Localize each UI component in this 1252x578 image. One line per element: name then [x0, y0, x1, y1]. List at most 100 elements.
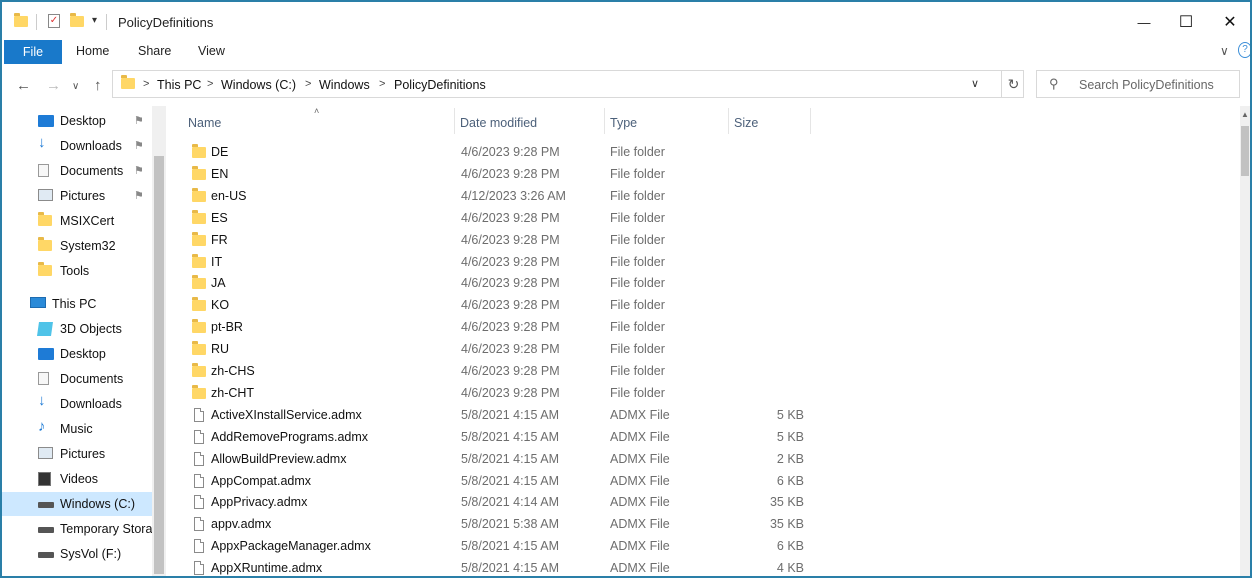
pictures-icon [38, 189, 54, 203]
refresh-button[interactable]: ↻ [1001, 71, 1025, 97]
file-type: File folder [610, 276, 665, 291]
file-row[interactable]: AppPrivacy.admx 5/8/2021 4:14 AM ADMX File… [186, 491, 806, 513]
column-header-size[interactable]: Size [734, 116, 758, 130]
file-type: File folder [610, 342, 665, 357]
address-dropdown-icon[interactable]: ∨ [971, 77, 979, 90]
breadcrumb-separator[interactable]: > [305, 78, 311, 90]
nav-item-label: Desktop [60, 114, 106, 128]
scrollbar-thumb[interactable] [154, 156, 164, 574]
nav-item-music[interactable]: ♪ Music [2, 417, 152, 441]
maximize-button[interactable]: ☐ [1166, 8, 1206, 36]
nav-item-videos[interactable]: Videos [2, 467, 152, 491]
file-name: ES [211, 210, 228, 225]
nav-item-tools[interactable]: Tools [2, 259, 152, 283]
file-date-modified: 5/8/2021 5:38 AM [461, 517, 559, 532]
folder-row[interactable]: IT 4/6/2023 9:28 PM File folder [186, 251, 806, 273]
file-row[interactable]: appv.admx 5/8/2021 5:38 AM ADMX File 35 KB [186, 513, 806, 535]
file-row[interactable]: AllowBuildPreview.admx 5/8/2021 4:15 AM AD… [186, 448, 806, 470]
nav-item-label: Music [60, 422, 93, 436]
file-type: ADMX File [610, 473, 670, 488]
new-folder-icon[interactable] [70, 13, 84, 30]
search-input[interactable]: Search PolicyDefinitions [1079, 78, 1214, 92]
tab-file[interactable]: File [4, 40, 62, 64]
file-list-scrollbar[interactable]: ▲ [1240, 106, 1250, 576]
nav-item-msixcert[interactable]: MSIXCert [2, 209, 152, 233]
column-header-name[interactable]: Name [188, 116, 221, 130]
scroll-up-icon[interactable]: ▲ [1240, 110, 1250, 119]
search-box[interactable]: ⚲ Search PolicyDefinitions [1036, 70, 1240, 98]
drive-icon [38, 522, 54, 536]
column-header-type[interactable]: Type [610, 116, 637, 130]
address-bar[interactable]: > This PC > Windows (C:) > Windows > Pol… [112, 70, 1024, 98]
file-size: 4 KB [776, 561, 804, 576]
nav-item-3d-objects[interactable]: 3D Objects [2, 317, 152, 341]
back-icon[interactable]: ← [16, 77, 31, 94]
folder-row[interactable]: DE 4/6/2023 9:28 PM File folder [186, 141, 806, 163]
nav-item-temporary-stora[interactable]: Temporary Stora [2, 517, 152, 541]
scrollbar-thumb[interactable] [1241, 126, 1249, 176]
nav-item-desktop[interactable]: Desktop [2, 342, 152, 366]
forward-icon[interactable]: → [46, 77, 61, 94]
folder-row[interactable]: zh-CHS 4/6/2023 9:28 PM File folder [186, 360, 806, 382]
column-divider[interactable] [728, 108, 729, 134]
folder-row[interactable]: RU 4/6/2023 9:28 PM File folder [186, 338, 806, 360]
column-divider[interactable] [454, 108, 455, 134]
nav-item-pictures[interactable]: Pictures [2, 442, 152, 466]
breadcrumb-windows[interactable]: Windows [319, 78, 370, 92]
column-divider[interactable] [810, 108, 811, 134]
file-date-modified: 4/6/2023 9:28 PM [461, 385, 560, 400]
recent-locations-icon[interactable]: ∨ [72, 81, 79, 92]
breadcrumb-windows-c[interactable]: Windows (C:) [221, 78, 296, 92]
nav-item-downloads[interactable]: ↓ Downloads ⚑ [2, 134, 152, 158]
tab-view[interactable]: View [198, 44, 225, 58]
properties-icon[interactable]: ✓ [48, 14, 60, 28]
tab-home[interactable]: Home [76, 44, 109, 58]
file-row[interactable]: AppCompat.admx 5/8/2021 4:15 AM ADMX File 6… [186, 470, 806, 492]
help-icon[interactable]: ? [1238, 42, 1250, 58]
file-type: ADMX File [610, 517, 670, 532]
pin-icon: ⚑ [134, 190, 144, 202]
file-size: 35 KB [769, 517, 804, 532]
folder-row[interactable]: KO 4/6/2023 9:28 PM File folder [186, 294, 806, 316]
file-row[interactable]: ActiveXInstallService.admx 5/8/2021 4:15 … [186, 404, 806, 426]
breadcrumb-separator[interactable]: > [143, 78, 149, 90]
breadcrumb-separator[interactable]: > [207, 78, 213, 90]
nav-item-label: Temporary Stora [60, 522, 152, 536]
nav-item-windows-c[interactable]: Windows (C:) [2, 492, 152, 516]
folder-row[interactable]: zh-CHT 4/6/2023 9:28 PM File folder [186, 382, 806, 404]
nav-item-this-pc[interactable]: This PC [2, 292, 152, 316]
folder-row[interactable]: pt-BR 4/6/2023 9:28 PM File folder [186, 316, 806, 338]
file-row[interactable]: AppXRuntime.admx 5/8/2021 4:15 AM ADMX Fil… [186, 557, 806, 576]
column-divider[interactable] [604, 108, 605, 134]
nav-item-downloads[interactable]: ↓ Downloads [2, 392, 152, 416]
folder-row[interactable]: en-US 4/12/2023 3:26 AM File folder [186, 185, 806, 207]
breadcrumb-this-pc[interactable]: This PC [157, 78, 201, 92]
tab-share[interactable]: Share [138, 44, 171, 58]
file-row[interactable]: AddRemovePrograms.admx 5/8/2021 4:15 AM AD… [186, 426, 806, 448]
nav-item-documents[interactable]: Documents ⚑ [2, 159, 152, 183]
customize-toolbar-icon[interactable]: ▾ [92, 15, 97, 31]
documents-icon [38, 372, 54, 386]
folder-row[interactable]: JA 4/6/2023 9:28 PM File folder [186, 272, 806, 294]
folder-row[interactable]: FR 4/6/2023 9:28 PM File folder [186, 229, 806, 251]
nav-item-sysvol-f[interactable]: SysVol (F:) [2, 542, 152, 566]
nav-item-desktop[interactable]: Desktop ⚑ [2, 109, 152, 133]
breadcrumb-separator[interactable]: > [379, 78, 385, 90]
breadcrumb-policydefinitions[interactable]: PolicyDefinitions [394, 78, 486, 92]
folder-row[interactable]: EN 4/6/2023 9:28 PM File folder [186, 163, 806, 185]
close-button[interactable]: ✕ [1210, 8, 1250, 36]
up-icon[interactable]: ↑ [94, 77, 102, 94]
nav-item-pictures[interactable]: Pictures ⚑ [2, 184, 152, 208]
folder-row[interactable]: ES 4/6/2023 9:28 PM File folder [186, 207, 806, 229]
file-name: RU [211, 342, 230, 357]
nav-item-label: Desktop [60, 347, 106, 361]
minimize-button[interactable]: — [1124, 8, 1164, 36]
nav-item-documents[interactable]: Documents [2, 367, 152, 391]
column-header-date-modified[interactable]: Date modified [460, 116, 537, 130]
nav-pane-scrollbar[interactable] [152, 106, 166, 576]
file-row[interactable]: AppxPackageManager.admx 5/8/2021 4:15 AM A… [186, 535, 806, 557]
expand-ribbon-icon[interactable]: ∨ [1220, 44, 1229, 58]
nav-item-system32[interactable]: System32 [2, 234, 152, 258]
file-type: ADMX File [610, 451, 670, 466]
file-name: appv.admx [211, 517, 272, 532]
